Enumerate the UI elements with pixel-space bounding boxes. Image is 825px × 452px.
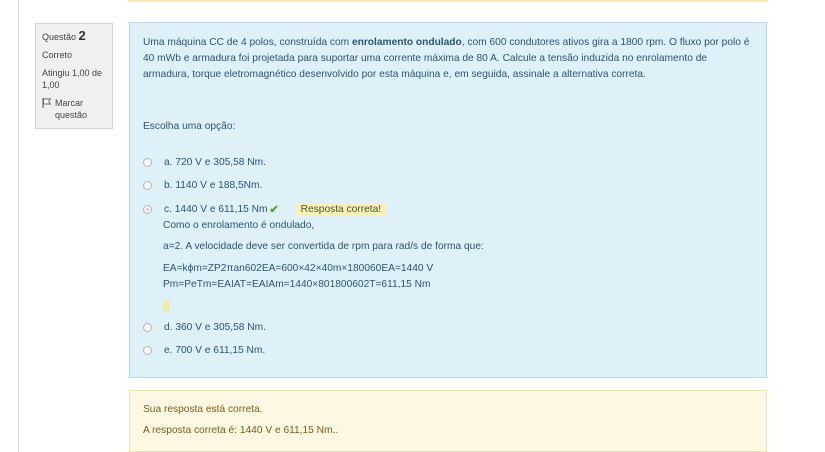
correct-answer-badge: Resposta correta! [295, 203, 387, 216]
option-c-radio[interactable] [143, 205, 152, 214]
option-b-label: b. 1140 V e 188,5Nm. [164, 180, 263, 191]
question-info-panel: Questão 2 Correto Atingiu 1,00 de 1,00 M… [35, 23, 113, 129]
question-number: Questão 2 [42, 28, 106, 43]
option-a-label: a. 720 V e 305,58 Nm. [164, 157, 266, 168]
question-text-bold: enrolamento ondulado [351, 37, 462, 48]
feedback-line-1: Como o enrolamento é ondulado, [163, 220, 315, 231]
option-d[interactable]: d. 360 V e 305,58 Nm. [143, 322, 266, 333]
option-e[interactable]: e. 700 V e 611,15 Nm. [143, 345, 265, 356]
outcome-status: Sua resposta está correta. [143, 404, 263, 415]
question-text-part1: Uma máquina CC de 4 polos, construída co… [143, 37, 352, 48]
answer-prompt: Escolha uma opção: [143, 121, 236, 132]
outcome-right-answer: A resposta correta é: 1440 V e 611,15 Nm… [143, 425, 339, 436]
option-e-radio[interactable] [143, 346, 152, 355]
option-d-label: d. 360 V e 305,58 Nm. [164, 322, 266, 333]
flag-icon [42, 98, 52, 108]
previous-question-strip [128, 0, 768, 2]
question-text: Uma máquina CC de 4 polos, construída co… [143, 35, 753, 83]
text-cursor-highlight [163, 301, 169, 312]
option-e-label: e. 700 V e 611,15 Nm. [164, 345, 266, 356]
page-left-border [18, 0, 19, 452]
option-c[interactable]: c. 1440 V e 611,15 Nm ✔ Resposta correta… [143, 203, 387, 216]
outcome-panel: Sua resposta está correta. A resposta co… [129, 390, 767, 452]
question-number-value: 2 [78, 28, 86, 43]
option-c-label: c. 1440 V e 611,15 Nm [164, 204, 268, 215]
option-b[interactable]: b. 1140 V e 188,5Nm. [143, 180, 262, 191]
question-number-label: Questão [42, 32, 77, 42]
question-content: Uma máquina CC de 4 polos, construída co… [129, 22, 767, 378]
flag-question-label: Marcar questão [55, 98, 88, 120]
option-a-radio[interactable] [143, 158, 152, 167]
option-d-radio[interactable] [143, 323, 152, 332]
feedback-formula-1: EA=kϕm=ZP2πan602EA=600×42×40m×180060EA=1… [163, 263, 434, 274]
feedback-formula-2: Pm=PeTm=EAIAT=EAIAm=1440×801800602T=611,… [163, 279, 431, 290]
correct-check-icon: ✔ [269, 204, 279, 216]
flag-question-button[interactable]: Marcar questão [42, 97, 106, 121]
question-state: Correto [42, 50, 73, 60]
feedback-line-2: a=2. A velocidade deve ser convertida de… [163, 241, 484, 252]
option-a[interactable]: a. 720 V e 305,58 Nm. [143, 157, 266, 168]
question-grade: Atingiu 1,00 de 1,00 [42, 68, 103, 90]
option-b-radio[interactable] [143, 181, 152, 190]
